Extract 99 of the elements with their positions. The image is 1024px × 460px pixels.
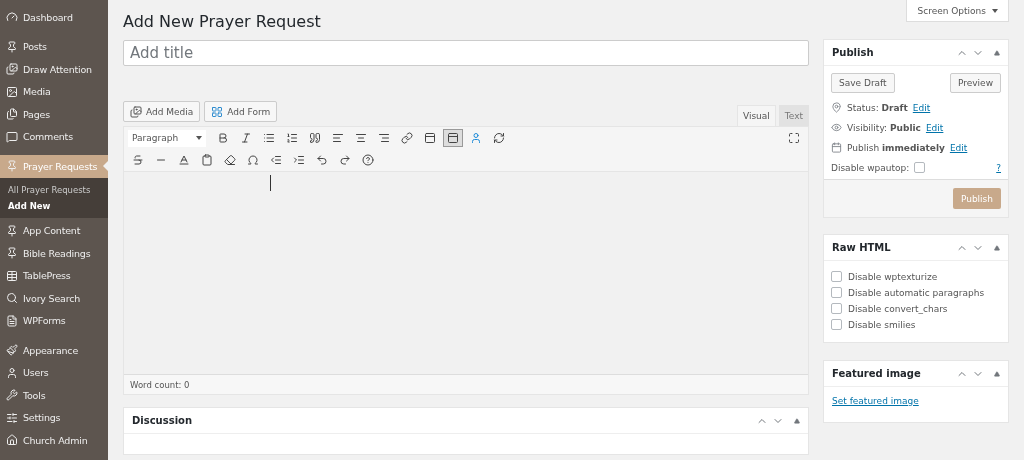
help-link[interactable]: ? <box>996 162 1001 173</box>
preview-button[interactable]: Preview <box>949 73 1001 93</box>
search-icon <box>6 292 18 305</box>
italic-icon <box>240 132 252 144</box>
table-icon <box>6 269 18 282</box>
indent-icon <box>293 154 305 166</box>
undo-icon <box>316 154 328 166</box>
box-title: Featured image <box>832 368 921 379</box>
menu-item[interactable]: Draw Attention <box>0 58 108 81</box>
media-button[interactable]: Add Media <box>123 101 201 122</box>
house-icon <box>6 434 18 447</box>
paste-text-icon <box>201 154 213 166</box>
menu-item[interactable]: Settings <box>0 406 108 429</box>
menu-item[interactable]: WPForms <box>0 309 108 332</box>
box-title: Discussion <box>132 415 193 426</box>
box-title: Raw HTML <box>832 242 891 253</box>
eye-icon <box>831 122 842 133</box>
user-icon <box>6 366 18 379</box>
omega-icon <box>247 154 259 166</box>
menu-item[interactable]: Appearance <box>0 339 108 362</box>
publish-setting: Visibility: Public <box>847 122 921 133</box>
format-select[interactable]: Paragraph <box>128 129 206 147</box>
pin-icon <box>831 102 842 113</box>
checkbox[interactable] <box>831 287 842 298</box>
edit-link[interactable]: Edit <box>949 142 968 153</box>
link-icon <box>401 132 413 144</box>
edit-link[interactable]: Edit <box>912 102 931 113</box>
user-icon <box>470 132 482 144</box>
collapse-icon[interactable] <box>794 417 800 424</box>
pages-icon <box>6 108 18 121</box>
gauge-icon <box>6 11 18 24</box>
help-icon <box>362 154 374 166</box>
bold-icon <box>217 132 229 144</box>
refresh-icon <box>493 132 505 144</box>
pin-icon <box>6 40 18 53</box>
checkbox-label: Disable wpautop: <box>831 162 910 173</box>
calendar-icon <box>831 142 842 153</box>
edit-link[interactable]: Edit <box>925 122 944 133</box>
menu-item[interactable]: Dashboard <box>0 6 108 29</box>
images-icon <box>130 105 142 118</box>
menu-item[interactable]: Church Admin <box>0 429 108 452</box>
collapse-icon[interactable] <box>994 49 1000 56</box>
title-field[interactable]: Add title <box>123 40 809 66</box>
submenu-item[interactable]: All Prayer Requests <box>0 181 108 198</box>
menu-item[interactable]: Comments <box>0 125 108 148</box>
checkbox[interactable] <box>914 162 926 173</box>
images-icon <box>6 63 18 76</box>
collapse-icon[interactable] <box>994 370 1000 377</box>
image-icon <box>6 85 18 98</box>
save-draft-button[interactable]: Save Draft <box>831 73 895 93</box>
paintbrush-icon <box>6 344 18 357</box>
outdent-icon <box>270 154 282 166</box>
eraser-icon <box>224 154 236 166</box>
redo-icon <box>339 154 351 166</box>
page-title: Add New Prayer Request <box>123 12 322 31</box>
editor-tab[interactable]: Text <box>778 105 809 126</box>
set-featured-image-link[interactable]: Set featured image <box>832 396 919 406</box>
bullet-list-icon <box>263 132 275 144</box>
submenu-item[interactable]: Add New <box>0 197 108 214</box>
checkbox-label: Disable automatic paragraphs <box>848 287 985 298</box>
collapse-icon[interactable] <box>994 244 1000 251</box>
menu-item[interactable]: App Content <box>0 219 108 242</box>
publish-setting: Publish immediately <box>847 142 945 153</box>
toolbar-toggle-button[interactable] <box>443 129 463 147</box>
screen-options-button[interactable]: Screen Options <box>906 0 1009 22</box>
sliders-icon <box>6 411 18 424</box>
checkbox[interactable] <box>831 303 842 314</box>
box-title: Publish <box>832 47 874 58</box>
text-cursor <box>270 175 271 191</box>
menu-item[interactable]: Posts <box>0 35 108 58</box>
checkbox-label: Disable smilies <box>848 319 916 330</box>
align-right-icon <box>378 132 390 144</box>
editor-tab[interactable]: Visual <box>736 105 776 126</box>
pin-icon <box>6 160 18 173</box>
toolbar-icon <box>447 132 459 144</box>
comment-icon <box>6 130 18 143</box>
menu-item[interactable]: TablePress <box>0 264 108 287</box>
checkbox[interactable] <box>831 319 842 330</box>
menu-item[interactable]: Pages <box>0 103 108 126</box>
menu-item[interactable]: Ivory Search <box>0 287 108 310</box>
checkbox-label: Disable convert_chars <box>848 303 948 314</box>
quote-icon <box>309 132 321 144</box>
pin-icon <box>6 247 18 260</box>
fullscreen-icon <box>788 132 800 144</box>
menu-item[interactable]: Media <box>0 80 108 103</box>
checkbox[interactable] <box>831 271 842 282</box>
text-color-icon <box>178 154 190 166</box>
publish-setting: Status: Draft <box>847 102 908 113</box>
strikethrough-icon <box>132 154 144 166</box>
align-center-icon <box>355 132 367 144</box>
checkbox-label: Disable wptexturize <box>848 271 938 282</box>
menu-item[interactable]: Tools <box>0 384 108 407</box>
wrench-icon <box>6 389 18 402</box>
media-button[interactable]: Add Form <box>204 101 278 122</box>
menu-item[interactable]: Bible Readings <box>0 242 108 265</box>
menu-item[interactable]: Users <box>0 361 108 384</box>
pin-icon <box>6 224 18 237</box>
numbered-list-icon <box>286 132 298 144</box>
align-left-icon <box>332 132 344 144</box>
